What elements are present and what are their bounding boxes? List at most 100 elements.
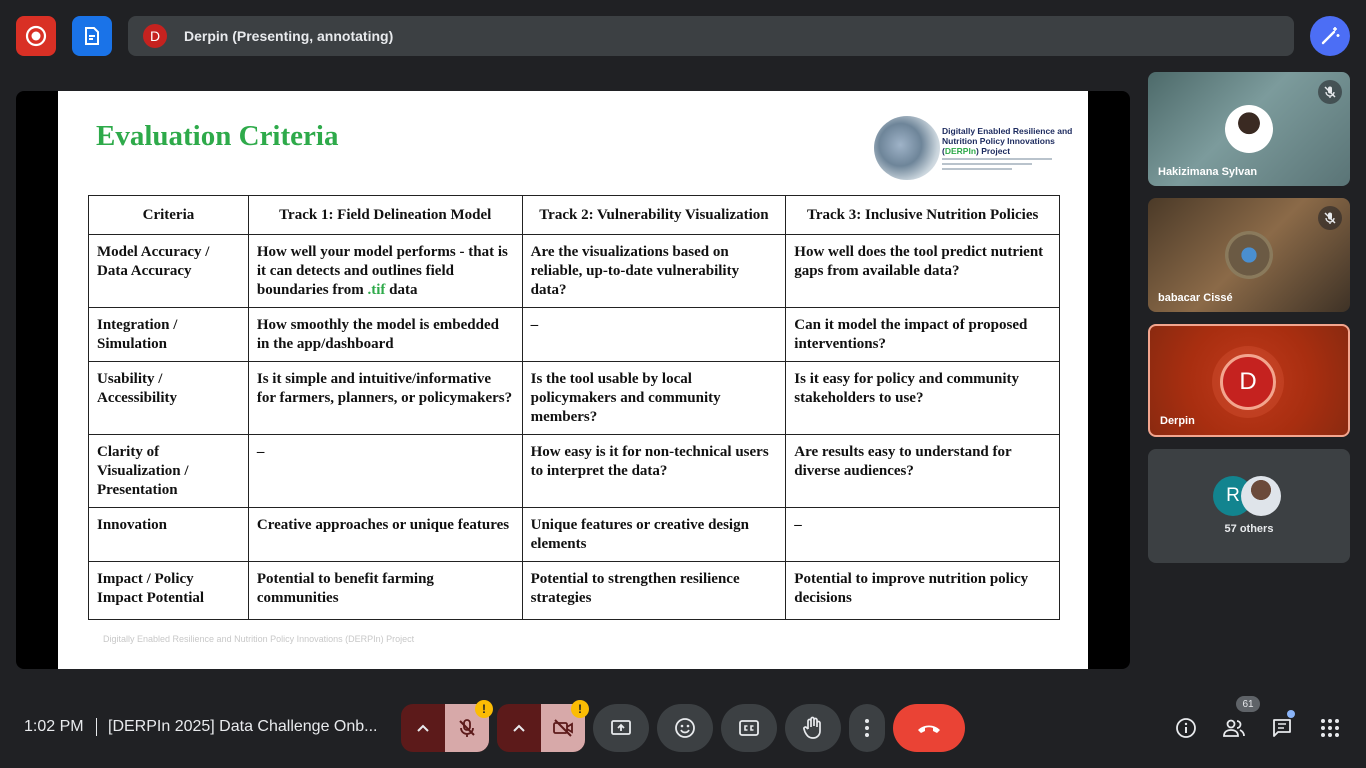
more-options-button[interactable] (849, 704, 885, 752)
track3-cell: – (785, 507, 1060, 562)
chat-icon (1273, 719, 1291, 737)
track1-cell: How smoothly the model is embedded in th… (247, 307, 523, 362)
microphone-toggle[interactable]: ! (445, 700, 493, 752)
slide-footer: Digitally Enabled Resilience and Nutriti… (103, 634, 415, 644)
participant-name: Hakizimana Sylvan (1158, 166, 1258, 178)
meeting-details-button[interactable] (1172, 714, 1200, 742)
track3-cell: Potential to improve nutrition policy de… (785, 561, 1060, 620)
column-header: Track 2: Vulnerability Visualization (521, 195, 787, 235)
more-vert-icon (865, 719, 869, 737)
presenter-avatar: D (143, 24, 167, 48)
mic-control-group: ! (401, 700, 493, 752)
warning-icon: ! (571, 700, 589, 718)
activities-button[interactable] (1316, 714, 1344, 742)
participant-name: babacar Cissé (1158, 292, 1233, 304)
tif-highlight: .tif (367, 282, 386, 298)
track1-cell: Is it simple and intuitive/informative f… (247, 361, 523, 435)
track1-cell: How well your model performs - that is i… (247, 234, 523, 308)
mic-off-icon (1318, 206, 1342, 230)
track3-cell: Is it easy for policy and community stak… (785, 361, 1060, 435)
logo-paren-close: ) Project (976, 146, 1011, 156)
participant-tile[interactable]: Hakizimana Sylvan (1148, 72, 1350, 186)
track2-cell: Are the visualizations based on reliable… (521, 234, 787, 308)
camera-off-icon (553, 719, 573, 737)
criteria-cell: Clarity of Visualization / Presentation (88, 434, 249, 508)
track1-cell: – (247, 434, 523, 508)
people-button[interactable] (1220, 714, 1248, 742)
track1-cell: Potential to benefit farming communities (247, 561, 523, 620)
track2-cell: Unique features or creative design eleme… (521, 507, 787, 562)
camera-control-group: ! (497, 700, 589, 752)
participant-tile[interactable]: babacar Cissé (1148, 198, 1350, 312)
document-icon (85, 27, 99, 45)
divider (96, 718, 97, 736)
annotate-button[interactable] (1310, 16, 1350, 56)
criteria-cell: Model Accuracy / Data Accuracy (88, 234, 249, 308)
hand-icon (803, 716, 821, 739)
presenting-label: Derpin (Presenting, annotating) (184, 28, 394, 44)
logo-line-1: Digitally Enabled Resilience and (942, 126, 1073, 136)
chevron-up-icon (417, 724, 429, 732)
participant-name: Derpin (1160, 415, 1195, 427)
people-count-badge: 61 (1236, 696, 1260, 712)
captions-button[interactable] (721, 704, 777, 752)
logo-line-2: Nutrition Policy Innovations (942, 136, 1055, 146)
reactions-button[interactable] (657, 704, 713, 752)
camera-toggle[interactable]: ! (541, 700, 589, 752)
table-row: Integration / Simulation How smoothly th… (88, 307, 1060, 362)
clock: 1:02 PM (24, 718, 84, 735)
criteria-cell: Integration / Simulation (88, 307, 249, 362)
column-header: Track 3: Inclusive Nutrition Policies (785, 195, 1060, 235)
present-screen-icon (611, 720, 631, 735)
table-row: Model Accuracy / Data Accuracy How well … (88, 234, 1060, 308)
meeting-title: [DERPIn 2025] Data Challenge Onb... (108, 718, 378, 735)
chevron-up-icon (513, 724, 525, 732)
track2-cell: Is the tool usable by local policymakers… (521, 361, 787, 435)
transcript-button[interactable] (72, 16, 112, 56)
slide-title: Evaluation Criteria (96, 120, 339, 152)
chat-notification-dot (1287, 710, 1295, 718)
track3-cell: Can it model the impact of proposed inte… (785, 307, 1060, 362)
criteria-cell: Impact / Policy Impact Potential (88, 561, 249, 620)
participant-avatar: D (1220, 354, 1276, 410)
mic-off-icon (1318, 80, 1342, 104)
participant-photo (1225, 105, 1273, 153)
info-icon (1176, 718, 1196, 738)
participant-photo (1225, 231, 1273, 279)
evaluation-table: Criteria Track 1: Field Delineation Mode… (88, 195, 1060, 620)
present-screen-button[interactable] (593, 704, 649, 752)
others-count: 57 others (1224, 523, 1274, 535)
track2-cell: How easy is it for non-technical users t… (521, 434, 787, 508)
criteria-cell: Usability / Accessibility (88, 361, 249, 435)
video-options-button[interactable] (497, 704, 541, 752)
project-logo-image (874, 116, 940, 180)
closed-captions-icon (739, 720, 759, 736)
track2-cell: Potential to strengthen resilience strat… (521, 561, 787, 620)
raise-hand-button[interactable] (785, 704, 841, 752)
column-header: Track 1: Field Delineation Model (247, 195, 523, 235)
warning-icon: ! (475, 700, 493, 718)
logo-subtext-lines (942, 158, 1062, 172)
table-row: Innovation Creative approaches or unique… (88, 507, 1060, 562)
presenting-bar[interactable]: D Derpin (Presenting, annotating) (128, 16, 1294, 56)
track3-cell: Are results easy to understand for diver… (785, 434, 1060, 508)
participant-photo (1241, 476, 1281, 516)
leave-call-button[interactable] (893, 704, 965, 752)
recording-button[interactable] (16, 16, 56, 56)
criteria-cell: Innovation (88, 507, 249, 562)
mic-off-icon (459, 719, 475, 737)
table-row: Impact / Policy Impact Potential Potenti… (88, 561, 1060, 620)
table-row: Clarity of Visualization / Presentation … (88, 434, 1060, 508)
table-header-row: Criteria Track 1: Field Delineation Mode… (88, 195, 1060, 235)
chat-button[interactable] (1268, 714, 1296, 742)
emoji-icon (675, 718, 695, 738)
hang-up-icon (918, 725, 940, 733)
track2-cell: – (521, 307, 787, 362)
participant-tile-self[interactable]: D Derpin (1148, 324, 1350, 437)
apps-grid-icon (1321, 719, 1339, 737)
others-tile[interactable]: R 57 others (1148, 449, 1350, 563)
record-icon (25, 25, 47, 47)
track1-cell: Creative approaches or unique features (247, 507, 523, 562)
track1-text-end: data (385, 282, 418, 298)
audio-options-button[interactable] (401, 704, 445, 752)
